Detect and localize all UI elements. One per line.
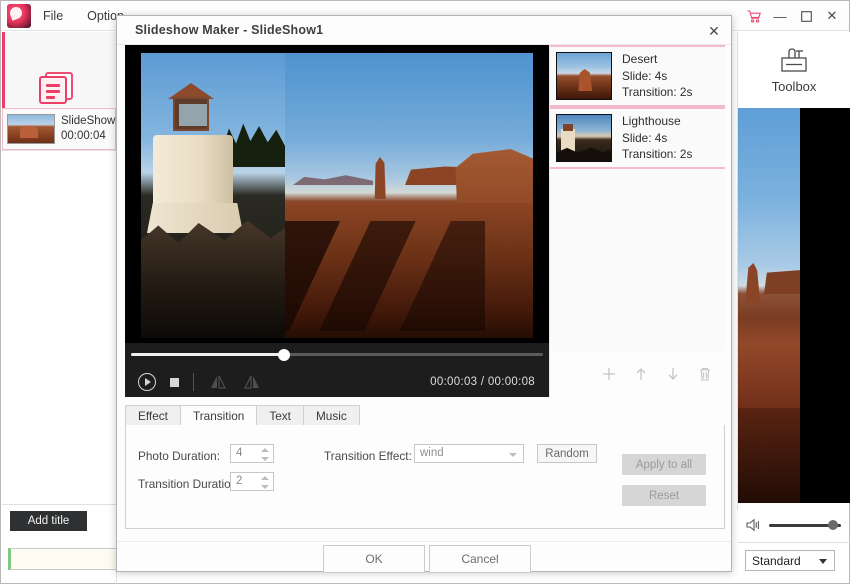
title-text-input[interactable] bbox=[8, 548, 120, 570]
sidebar-item-source[interactable]: Source bbox=[2, 32, 116, 108]
tab-effect[interactable]: Effect bbox=[125, 405, 181, 426]
toolbox-icon bbox=[778, 47, 810, 75]
toolbox-button[interactable]: Toolbox bbox=[738, 32, 850, 108]
tab-text[interactable]: Text bbox=[256, 405, 304, 426]
player-controls: 00:00:03 / 00:00:08 bbox=[125, 367, 549, 397]
photo-duration-value: 4 bbox=[236, 447, 242, 459]
slide-thumbnail bbox=[556, 114, 612, 162]
apply-to-all-button[interactable]: Apply to all bbox=[622, 454, 706, 475]
chevron-down-icon bbox=[819, 559, 827, 564]
minimize-button[interactable]: — bbox=[767, 1, 793, 31]
dialog-titlebar: Slideshow Maker - SlideShow1 bbox=[117, 16, 731, 45]
volume-control[interactable] bbox=[738, 510, 850, 540]
tab-bar: Effect Transition Text Music bbox=[125, 405, 359, 426]
reset-button[interactable]: Reset bbox=[622, 485, 706, 506]
quality-select-value: Standard bbox=[752, 554, 801, 568]
stop-button[interactable] bbox=[170, 378, 179, 387]
app-logo-icon bbox=[7, 4, 31, 28]
slide-name: Desert bbox=[622, 51, 692, 68]
preview-image bbox=[738, 108, 800, 503]
transition-panel: Photo Duration: 4 Transition Duration: 2… bbox=[125, 425, 725, 529]
source-meta: SlideShow1 00:00:04 bbox=[61, 114, 122, 144]
flip-horizontal-icon[interactable] bbox=[208, 373, 228, 391]
arrow-up-icon[interactable] bbox=[633, 366, 649, 382]
list-item[interactable]: Desert Slide: 4s Transition: 2s bbox=[550, 45, 725, 107]
slide-thumbnail bbox=[556, 52, 612, 100]
transition-duration-stepper[interactable]: 2 bbox=[230, 472, 274, 491]
slide-duration: Slide: 4s bbox=[622, 68, 692, 85]
rightpanel-bottom-divider bbox=[738, 542, 850, 543]
cart-icon[interactable] bbox=[741, 1, 767, 31]
sidebar-divider-top bbox=[2, 150, 116, 151]
slide-duration: Slide: 4s bbox=[622, 130, 692, 147]
dialog-close-button[interactable]: ✕ bbox=[703, 20, 725, 42]
slide-list: Desert Slide: 4s Transition: 2s Lighthou… bbox=[549, 45, 725, 351]
seek-track[interactable] bbox=[131, 353, 543, 356]
source-thumbnail bbox=[7, 114, 55, 144]
transition-duration-label: Transition Duration: bbox=[138, 477, 241, 491]
preview-slide-desert bbox=[285, 53, 533, 338]
volume-icon bbox=[746, 518, 762, 532]
preview-strip bbox=[738, 108, 850, 503]
ok-button[interactable]: OK bbox=[323, 545, 425, 573]
volume-slider-knob[interactable] bbox=[828, 520, 838, 530]
flip-vertical-icon[interactable] bbox=[242, 373, 262, 391]
trash-icon[interactable] bbox=[697, 366, 713, 382]
close-button[interactable]: ✕ bbox=[819, 1, 845, 31]
photo-duration-label: Photo Duration: bbox=[138, 449, 220, 463]
toolbox-label: Toolbox bbox=[772, 79, 817, 94]
transition-effect-value: wind bbox=[420, 447, 444, 459]
slideshow-maker-dialog: Slideshow Maker - SlideShow1 ✕ bbox=[116, 15, 732, 572]
slide-transition: Transition: 2s bbox=[622, 84, 692, 101]
transition-effect-label: Transition Effect: bbox=[324, 449, 412, 463]
slide-transition: Transition: 2s bbox=[622, 146, 692, 163]
slide-name: Lighthouse bbox=[622, 113, 692, 130]
photo-duration-stepper[interactable]: 4 bbox=[230, 444, 274, 463]
play-button[interactable] bbox=[138, 373, 156, 391]
slide-info: Desert Slide: 4s Transition: 2s bbox=[622, 51, 692, 101]
stepper-arrows[interactable] bbox=[261, 475, 269, 490]
slide-info: Lighthouse Slide: 4s Transition: 2s bbox=[622, 113, 692, 163]
seek-bar[interactable] bbox=[125, 343, 549, 367]
list-item[interactable]: Lighthouse Slide: 4s Transition: 2s bbox=[550, 107, 725, 169]
random-button[interactable]: Random bbox=[537, 444, 597, 463]
seek-knob[interactable] bbox=[278, 349, 290, 361]
tab-music[interactable]: Music bbox=[303, 405, 360, 426]
time-display: 00:00:03 / 00:00:08 bbox=[430, 376, 535, 388]
stepper-arrows[interactable] bbox=[261, 447, 269, 462]
tab-transition[interactable]: Transition bbox=[180, 405, 257, 426]
add-icon[interactable] bbox=[601, 366, 617, 382]
volume-slider[interactable] bbox=[769, 524, 841, 527]
transition-duration-value: 2 bbox=[236, 475, 242, 487]
seek-fill bbox=[131, 353, 284, 356]
window-controls: — ✕ bbox=[741, 1, 845, 31]
slide-list-toolbar bbox=[549, 351, 725, 397]
menu-file[interactable]: File bbox=[31, 1, 75, 31]
source-list-item[interactable]: SlideShow1 00:00:04 bbox=[2, 108, 116, 150]
quality-select[interactable]: Standard bbox=[745, 550, 835, 571]
add-title-button[interactable]: Add title bbox=[10, 511, 87, 531]
transition-effect-select[interactable]: wind bbox=[414, 444, 524, 463]
video-preview[interactable] bbox=[125, 45, 549, 343]
cancel-button[interactable]: Cancel bbox=[429, 545, 531, 573]
arrow-down-icon[interactable] bbox=[665, 366, 681, 382]
dialog-footer-divider bbox=[117, 541, 731, 542]
player: 00:00:03 / 00:00:08 bbox=[125, 45, 549, 397]
preview-canvas bbox=[141, 53, 533, 338]
controls-divider bbox=[193, 373, 194, 391]
dialog-title: Slideshow Maker - SlideShow1 bbox=[135, 23, 323, 37]
source-item-duration: 00:00:04 bbox=[61, 129, 122, 144]
maximize-button[interactable] bbox=[793, 1, 819, 31]
screen: File Option — ✕ bbox=[0, 0, 850, 584]
sidebar-divider-bottom bbox=[2, 504, 116, 505]
source-icon bbox=[39, 72, 75, 104]
chevron-down-icon bbox=[509, 453, 517, 457]
source-item-name: SlideShow1 bbox=[61, 114, 122, 129]
preview-slide-lighthouse bbox=[141, 53, 285, 338]
settings-area: Effect Transition Text Music Photo Durat… bbox=[125, 405, 725, 529]
